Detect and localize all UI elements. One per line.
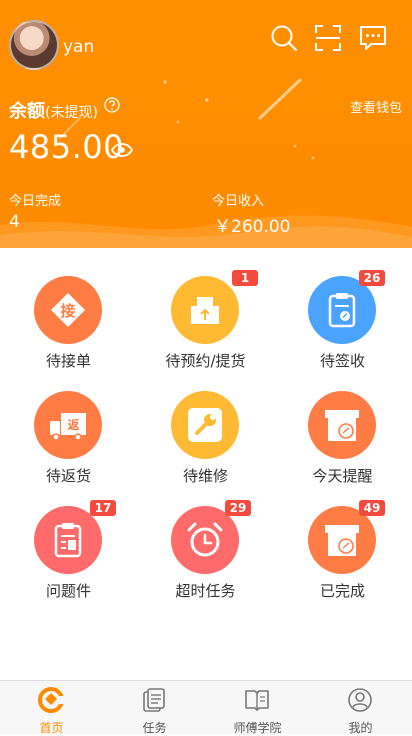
balance-label: 余额(未提现): [9, 101, 98, 122]
problem-clipboard-icon: [54, 523, 82, 558]
tab-mine[interactable]: 我的: [309, 681, 412, 735]
tab-academy[interactable]: 师傅学院: [206, 681, 309, 735]
tab-label: 任务: [142, 721, 167, 735]
grid-item-pending-repair[interactable]: 待维修: [137, 363, 274, 485]
pending-sign-circle: [308, 276, 376, 344]
accept-order-icon: 接: [51, 293, 85, 327]
username: yan: [63, 37, 95, 57]
wrench-icon: [188, 408, 222, 442]
balance-note: (未提现): [45, 105, 98, 121]
grid-item-pending-sign[interactable]: 26 待签收: [274, 248, 411, 370]
tab-task[interactable]: 任务: [103, 681, 206, 735]
grid-item-completed[interactable]: 49 已完成: [274, 478, 411, 600]
completed-circle: [308, 506, 376, 574]
badge: 17: [90, 500, 116, 516]
tab-label: 师傅学院: [233, 721, 282, 735]
grid-item-today-reminder[interactable]: 今天提醒: [274, 363, 411, 485]
pending-accept-circle: 接: [34, 276, 102, 344]
grid-item-label: 已完成: [319, 582, 365, 600]
tab-label: 首页: [39, 721, 64, 735]
alarm-clock-icon: [187, 522, 223, 557]
completed-box-icon: [325, 525, 359, 556]
today-done-label: 今日完成: [9, 194, 62, 209]
grid-item-problem[interactable]: 17 问题件: [0, 478, 137, 600]
grid-item-pending-return[interactable]: 返 待返货: [0, 363, 137, 485]
svg-text:接: 接: [60, 302, 75, 320]
search-icon[interactable]: [270, 24, 298, 52]
badge: 49: [359, 500, 385, 516]
overtime-task-circle: [171, 506, 239, 574]
header-panel: yan 余额(未提现) 查看钱包 485.00 今日完成 4 今日收入 ￥260…: [0, 0, 412, 248]
scan-icon[interactable]: [314, 24, 342, 52]
tab-home[interactable]: 首页: [0, 681, 103, 735]
pending-pickup-circle: [171, 276, 239, 344]
home-icon: [38, 687, 64, 713]
badge: 29: [225, 500, 251, 516]
academy-book-icon: [245, 690, 269, 711]
pending-repair-circle: [171, 391, 239, 459]
avatar[interactable]: [9, 20, 59, 70]
view-wallet-link[interactable]: 查看钱包: [350, 97, 402, 116]
return-truck-icon: 返: [50, 413, 86, 441]
grid-item-label: 问题件: [45, 582, 91, 600]
profile-icon: [348, 688, 372, 712]
reminder-box-icon: [325, 410, 359, 441]
sign-clipboard-icon: [328, 293, 356, 328]
badge: 26: [359, 270, 385, 286]
badge: 1: [232, 270, 258, 286]
task-icon: [143, 688, 165, 712]
grid-item-label: 超时任务: [175, 582, 236, 600]
grid-item-pending-pickup[interactable]: 1 待预约/提货: [137, 248, 274, 370]
message-icon[interactable]: [359, 24, 387, 52]
today-done-value: 4: [9, 212, 20, 232]
header-wave: [0, 215, 412, 248]
problem-circle: [34, 506, 102, 574]
help-icon[interactable]: [104, 97, 120, 113]
pending-return-circle: 返: [34, 391, 102, 459]
balance-amount: 485.00: [9, 128, 124, 166]
svg-text:返: 返: [67, 417, 79, 432]
today-reminder-circle: [308, 391, 376, 459]
grid-item-overtime-task[interactable]: 29 超时任务: [137, 478, 274, 600]
package-pickup-icon: [191, 297, 219, 324]
bottom-tab-bar: 首页 任务 师傅学院 我的: [0, 680, 412, 735]
eye-icon[interactable]: [111, 143, 133, 157]
today-income-value: ￥260.00: [214, 217, 291, 237]
tab-label: 我的: [348, 721, 373, 735]
today-income-label: 今日收入: [212, 194, 265, 209]
grid-item-pending-accept[interactable]: 接 待接单: [0, 248, 137, 370]
